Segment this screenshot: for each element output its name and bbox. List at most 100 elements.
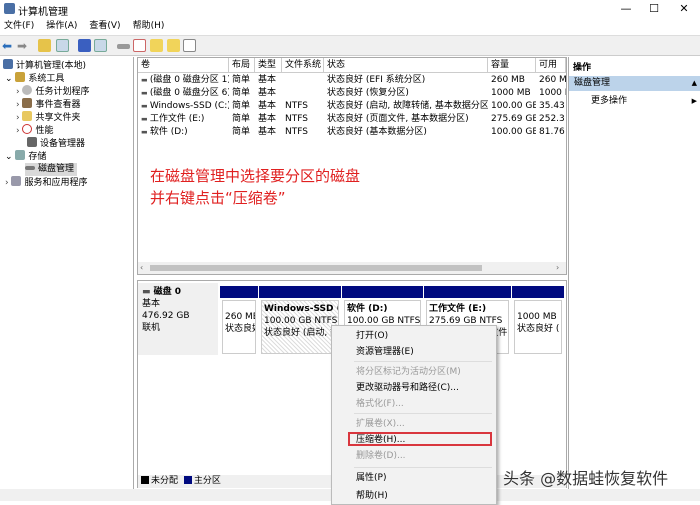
properties-icon[interactable] [94,39,107,52]
menu-file[interactable]: 文件(F) [4,21,34,31]
partition-block[interactable]: 260 MB 状态良好 [220,286,258,356]
context-menu-item: 删除卷(D)... [356,451,406,461]
partition-block[interactable]: 1000 MB 状态良好 ( [512,286,564,356]
column-header-volume[interactable]: 卷 [138,58,229,73]
shared-folder-icon [22,111,33,121]
table-cell: 81.76 [539,127,565,137]
column-header-layout[interactable]: 布局 [229,58,255,73]
partition-size: 260 MB [225,312,256,322]
scrollbar-thumb[interactable] [150,265,482,271]
tree-item-performance[interactable]: › 性能 [16,124,53,137]
app-icon [4,3,15,14]
table-cell: NTFS [285,114,308,124]
close-button[interactable]: ✕ [670,0,698,18]
forward-icon[interactable]: ➡ [17,39,27,53]
navigation-tree: 计算机管理(本地) ⌄ 系统工具 › 任务计划程序 › 事件查看器 › 共享文件… [0,57,134,489]
table-cell: 260 MB [491,75,525,85]
partition-bar [424,286,511,298]
primary-swatch [183,476,192,484]
up-folder-icon[interactable] [38,39,51,52]
table-cell: NTFS [285,101,308,111]
menu-separator [354,467,492,468]
back-icon[interactable]: ⬅ [2,39,12,53]
tree-item-system-tools[interactable]: ⌄ 系统工具 [5,72,64,85]
column-header-filesystem[interactable]: 文件系统 [282,58,324,73]
table-cell: 简单 [232,101,251,111]
actions-section-disk-management[interactable]: 磁盘管理 ▲ [569,76,700,91]
disk-icon [25,166,35,170]
tree-item-services[interactable]: › 服务和应用程序 [5,176,87,189]
column-header-type[interactable]: 类型 [255,58,282,73]
tree-item-shared-folders[interactable]: › 共享文件夹 [16,111,80,124]
clock-icon [22,85,33,95]
menu-separator [354,413,492,414]
watermark: 头条 @数据蛙恢复软件 [503,469,669,488]
computer-icon [3,59,13,69]
column-header-free[interactable]: 可用空 [536,58,566,73]
volume-icon: ▬ [141,115,150,123]
check-icon[interactable] [133,39,146,52]
tree-item-event-viewer[interactable]: › 事件查看器 [16,98,80,111]
list-view-icon[interactable] [183,39,196,52]
table-cell: 状态良好 (恢复分区) [327,88,409,98]
column-header-capacity[interactable]: 容量 [488,58,536,73]
table-cell: 1000 MB [491,88,531,98]
tree-item-storage[interactable]: ⌄ 存储 [5,150,46,163]
storage-icon [15,150,26,160]
table-cell: 简单 [232,75,251,85]
table-cell: 1000 MB [539,88,566,98]
table-cell: 状态良好 (启动, 故障转储, 基本数据分区) [327,101,488,111]
import-icon[interactable] [150,39,163,52]
disk-0-label[interactable]: ▬ 磁盘 0 基本 476.92 GB 联机 [138,283,218,355]
menu-view[interactable]: 查看(V) [89,21,120,31]
tree-item-task-scheduler[interactable]: › 任务计划程序 [16,85,89,98]
actions-title: 操作 [573,63,592,73]
tree-item-root[interactable]: 计算机管理(本地) [3,59,86,72]
table-cell: 状态良好 (基本数据分区) [327,127,427,137]
context-menu-item[interactable]: 更改驱动器号和路径(C)... [356,380,459,396]
table-cell: 基本 [258,101,277,111]
help-icon[interactable] [78,39,91,52]
disk-icon[interactable] [117,44,130,49]
table-cell [282,74,324,87]
performance-icon [22,124,33,134]
menu-separator [354,361,492,362]
context-menu: 打开(O) 资源管理器(E) 将分区标记为活动分区(M) 更改驱动器号和路径(C)..… [331,325,497,505]
minimize-button[interactable]: — [612,0,640,18]
table-cell: 状态良好 (EFI 系统分区) [327,75,426,85]
partition-status: 状态良好 [225,324,255,334]
window-title: 计算机管理 [18,7,68,18]
partition-title: 工作文件 (E:) [429,304,487,314]
table-cell: 状态良好 (页面文件, 基本数据分区) [327,114,469,124]
context-menu-item: 格式化(F)... [356,399,404,409]
search-folder-icon[interactable] [167,39,180,52]
table-cell: NTFS [285,127,308,137]
context-menu-item[interactable]: 帮助(H) [356,488,388,504]
table-cell: 100.00 GB [491,127,536,137]
menu-help[interactable]: 帮助(H) [133,21,165,31]
more-actions[interactable]: 更多操作 ▶ [569,94,700,108]
menu-action[interactable]: 操作(A) [46,21,77,31]
scroll-left-icon[interactable]: ‹ [140,263,143,272]
partition-size: 100.00 GB NTFS [264,316,338,326]
table-cell: ▬ 工作文件 (E:) [141,114,205,124]
partition-block[interactable]: Windows-SSD (C:) 100.00 GB NTFS 状态良好 (启动, … [259,286,341,356]
column-header-status[interactable]: 状态 [324,58,488,73]
scroll-right-icon[interactable]: › [556,263,559,272]
context-menu-item[interactable]: 打开(O) [356,328,388,344]
actions-pane: 操作 磁盘管理 ▲ 更多操作 ▶ [568,57,700,489]
tree-item-disk-management[interactable]: 磁盘管理 [25,163,78,176]
partition-bar [259,286,341,298]
title-bar: 计算机管理 — ☐ ✕ [0,0,700,18]
partition-size: 1000 MB [517,312,557,322]
collapse-icon: ▲ [691,79,697,87]
maximize-button[interactable]: ☐ [640,0,668,18]
table-cell: 简单 [232,114,251,124]
unallocated-swatch [141,476,149,484]
tree-item-device-manager[interactable]: 设备管理器 [27,137,85,150]
partition-status: 状态良好 (启动, 故障转储) [264,328,338,338]
show-hide-tree-icon[interactable] [56,39,69,52]
context-menu-item[interactable]: 资源管理器(E) [356,344,414,360]
context-menu-item[interactable]: 属性(P) [356,470,386,486]
horizontal-scrollbar[interactable]: ‹ › [138,262,566,274]
